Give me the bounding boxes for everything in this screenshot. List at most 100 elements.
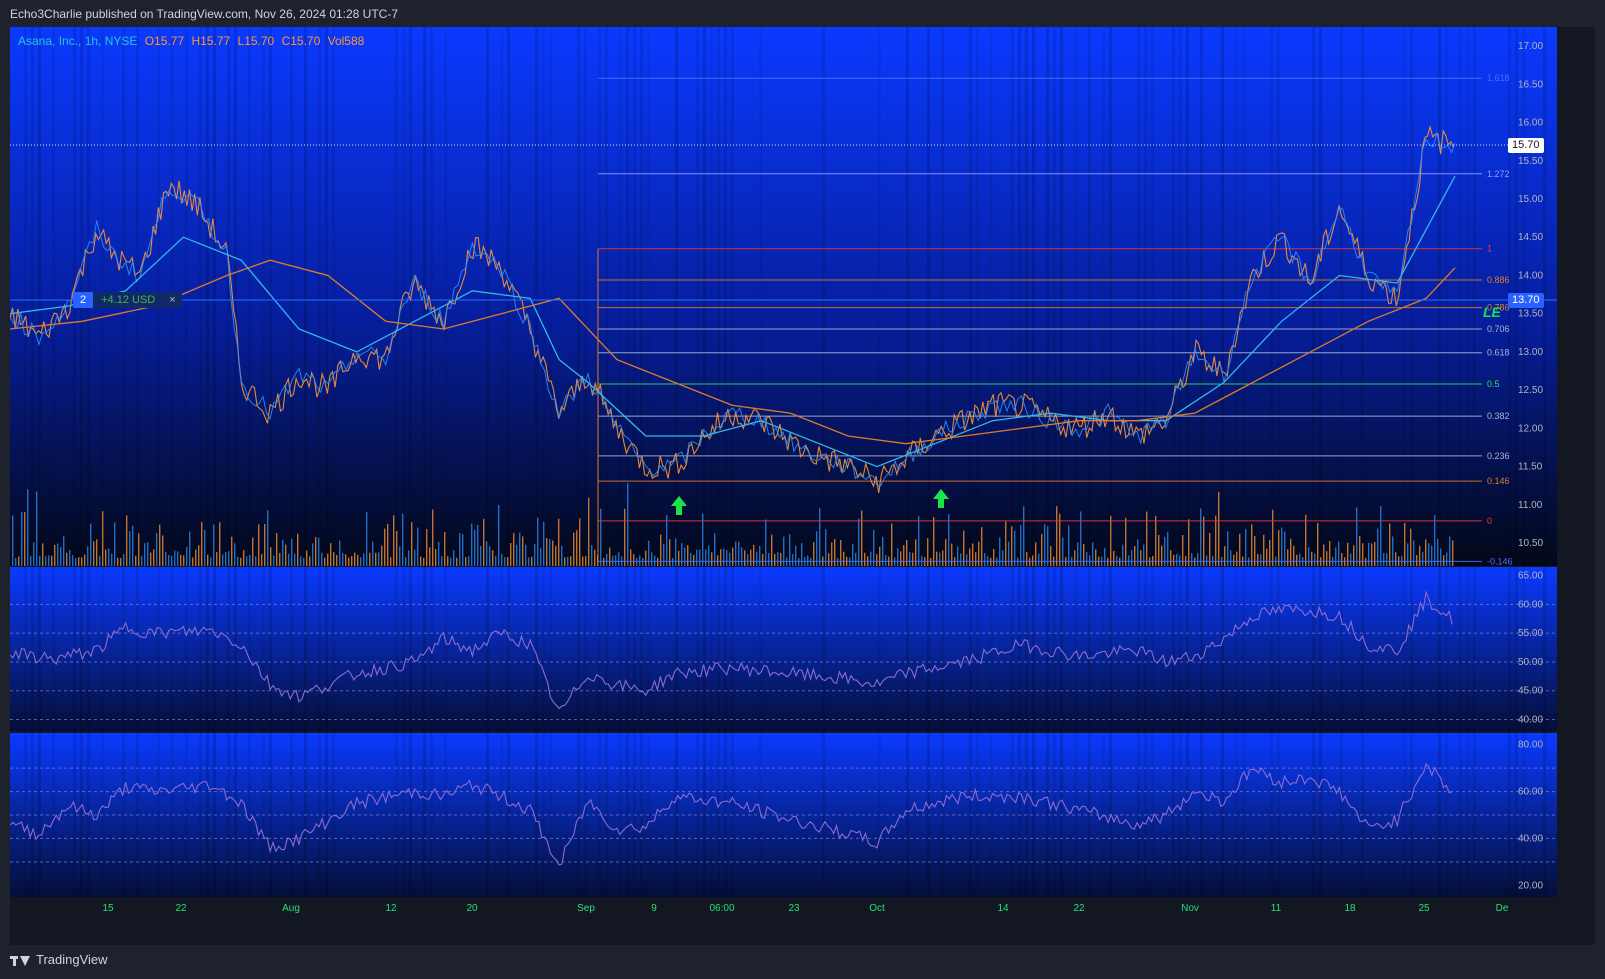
volume-bar bbox=[51, 555, 53, 566]
session-stripe bbox=[1235, 27, 1238, 897]
tradingview-brand[interactable]: TradingView bbox=[10, 952, 108, 967]
volume-bar bbox=[1347, 542, 1349, 566]
session-stripe bbox=[584, 27, 587, 897]
session-stripe bbox=[486, 27, 489, 897]
volume-bar bbox=[174, 550, 176, 566]
session-stripe bbox=[1179, 27, 1182, 897]
volume-bar bbox=[387, 523, 389, 566]
fib-level-label: 0.706 bbox=[1487, 324, 1510, 334]
volume-bar bbox=[66, 552, 68, 566]
volume-bar bbox=[531, 556, 533, 566]
volume-bar bbox=[792, 554, 794, 566]
volume-bar bbox=[645, 550, 647, 566]
volume-bar bbox=[759, 545, 761, 566]
volume-bar bbox=[948, 514, 950, 566]
position-pnl: +4.12 USD bbox=[93, 292, 164, 308]
volume-bar bbox=[642, 557, 644, 566]
volume-bar bbox=[738, 541, 740, 566]
volume-bar bbox=[558, 518, 560, 566]
volume-bar bbox=[201, 522, 203, 566]
chart-frame[interactable]: 1.618 1.272 1 0.886 0.786 0.706 0.618 0.5 0.382 0… bbox=[9, 27, 1595, 945]
volume-bar bbox=[1122, 544, 1124, 566]
volume-bar bbox=[876, 554, 878, 566]
volume-bar bbox=[225, 551, 227, 566]
volume-bar bbox=[732, 547, 734, 566]
volume-bar bbox=[1140, 550, 1142, 566]
session-stripe bbox=[542, 27, 545, 897]
volume-bar bbox=[915, 539, 917, 566]
position-tool[interactable]: 2 +4.12 USD × bbox=[73, 292, 182, 308]
volume-bar bbox=[1305, 514, 1307, 566]
volume-bar bbox=[663, 543, 665, 566]
volume-bar bbox=[1215, 515, 1217, 566]
volume-bar bbox=[669, 539, 671, 566]
volume-bar bbox=[711, 552, 713, 566]
symbol-legend: Asana, Inc., 1h, NYSE O15.77 H15.77 L15.… bbox=[18, 34, 364, 48]
volume-bar bbox=[519, 532, 521, 566]
volume-bar bbox=[336, 555, 338, 566]
volume-bar bbox=[609, 547, 611, 566]
time-axis-label: 22 bbox=[175, 903, 187, 914]
volume-bar bbox=[210, 557, 212, 566]
volume-bar bbox=[447, 556, 449, 566]
fib-level-label: 0.382 bbox=[1487, 411, 1510, 421]
volume-bar bbox=[489, 546, 491, 566]
volume-bar bbox=[501, 553, 503, 566]
session-stripe bbox=[1403, 27, 1406, 897]
time-axis-bg bbox=[10, 897, 1557, 945]
volume-bar bbox=[942, 550, 944, 566]
session-stripe bbox=[710, 27, 713, 897]
volume-bar bbox=[1410, 528, 1412, 566]
session-stripe bbox=[248, 27, 251, 897]
volume-bar bbox=[957, 546, 959, 566]
volume-bar bbox=[891, 523, 893, 566]
session-stripe bbox=[1102, 27, 1105, 897]
volume-bar bbox=[1380, 506, 1382, 566]
volume-bar bbox=[255, 556, 257, 566]
session-stripe bbox=[1473, 27, 1476, 897]
volume-bar bbox=[399, 546, 401, 566]
tradingview-logo-icon bbox=[10, 954, 30, 966]
volume-bar bbox=[750, 549, 752, 566]
session-stripe bbox=[1025, 27, 1028, 897]
volume-bar bbox=[1428, 543, 1430, 566]
volume-bar bbox=[852, 543, 854, 566]
legend-close: C15.70 bbox=[281, 34, 321, 48]
chart-canvas[interactable]: 1.6181.27210.8860.7860.7060.6180.50.3820… bbox=[9, 27, 1595, 945]
volume-bar bbox=[72, 555, 74, 566]
session-stripe bbox=[1221, 27, 1224, 897]
session-stripe bbox=[1508, 27, 1511, 897]
volume-bar bbox=[378, 552, 380, 566]
price-axis-label: 16.50 bbox=[1518, 79, 1543, 90]
volume-bar bbox=[543, 521, 545, 566]
volume-bar bbox=[858, 518, 860, 566]
volume-bar bbox=[756, 551, 758, 566]
volume-bar bbox=[246, 556, 248, 566]
volume-bar bbox=[99, 555, 101, 566]
close-position-icon[interactable]: × bbox=[163, 292, 182, 308]
session-stripe bbox=[234, 27, 237, 897]
volume-bar bbox=[1356, 507, 1358, 566]
osc2-axis-label: 80.00 bbox=[1518, 740, 1543, 751]
volume-bar bbox=[30, 555, 32, 566]
volume-bar bbox=[1131, 550, 1133, 566]
volume-bar bbox=[498, 505, 500, 566]
volume-bar bbox=[1377, 528, 1379, 566]
price-panel-bg bbox=[10, 27, 1557, 566]
legend-symbol[interactable]: Asana, Inc., 1h, NYSE bbox=[18, 34, 137, 48]
volume-bar bbox=[1452, 540, 1454, 566]
volume-bar bbox=[1341, 553, 1343, 566]
legend-high: H15.77 bbox=[191, 34, 231, 48]
volume-bar bbox=[696, 549, 698, 566]
volume-bar bbox=[438, 541, 440, 566]
volume-bar bbox=[42, 543, 44, 566]
session-stripe bbox=[444, 27, 447, 897]
volume-bar bbox=[249, 554, 251, 566]
volume-bar bbox=[423, 557, 425, 566]
volume-bar bbox=[372, 541, 374, 566]
osc1-axis-label: 65.00 bbox=[1518, 571, 1543, 582]
volume-bar bbox=[1005, 521, 1007, 566]
volume-bar bbox=[1134, 546, 1136, 566]
volume-bar bbox=[513, 533, 515, 566]
session-stripe bbox=[269, 27, 272, 897]
